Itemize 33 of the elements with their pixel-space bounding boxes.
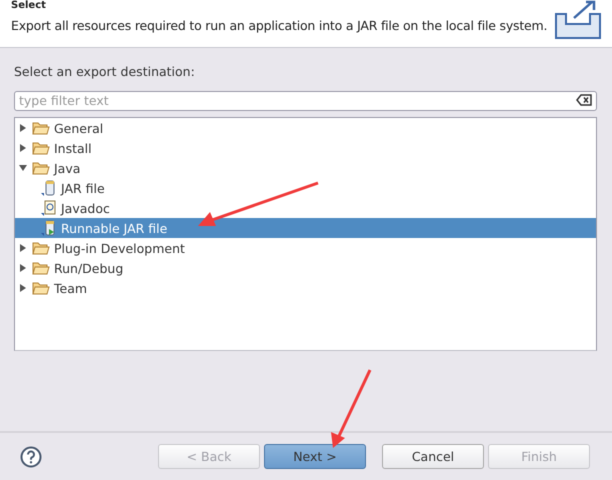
dialog-button[interactable]: Cancel: [382, 444, 484, 469]
tree-item[interactable]: Javadoc: [15, 198, 596, 218]
page-description: Export all resources required to run an application into a JAR file on the local file system.: [11, 18, 548, 33]
document-icon: [41, 200, 57, 216]
page-title: Select: [11, 0, 47, 12]
tree-item[interactable]: Java: [15, 158, 596, 178]
tree-item[interactable]: Plug-in Development: [15, 238, 596, 258]
expand-icon[interactable]: [19, 164, 27, 172]
expand-icon[interactable]: [19, 124, 27, 132]
folder-icon: [32, 141, 50, 155]
tree-item[interactable]: Install: [15, 138, 596, 158]
dialog-button[interactable]: Next >: [264, 444, 366, 469]
jar-icon: [41, 180, 57, 196]
tree-item[interactable]: General: [15, 118, 596, 138]
destination-label: Select an export destination:: [14, 64, 196, 81]
tree-item[interactable]: JAR file: [15, 178, 596, 198]
help-icon[interactable]: [20, 446, 42, 468]
expand-icon[interactable]: [19, 144, 27, 152]
expand-icon[interactable]: [19, 244, 27, 252]
tree-item[interactable]: Team: [15, 278, 596, 298]
expand-icon[interactable]: [19, 284, 27, 292]
expand-icon[interactable]: [19, 264, 27, 272]
folder-icon: [32, 241, 50, 255]
export-icon: [552, 0, 604, 40]
tree-item[interactable]: Runnable JAR file: [15, 218, 596, 238]
folder-icon: [32, 261, 50, 275]
tree-item[interactable]: Run/Debug: [15, 258, 596, 278]
clear-icon[interactable]: [576, 94, 592, 106]
filter-field[interactable]: type filter text: [14, 90, 597, 110]
folder-icon: [32, 281, 50, 295]
folder-icon: [32, 161, 50, 175]
folder-icon: [32, 121, 50, 135]
jar-icon: [41, 220, 57, 236]
